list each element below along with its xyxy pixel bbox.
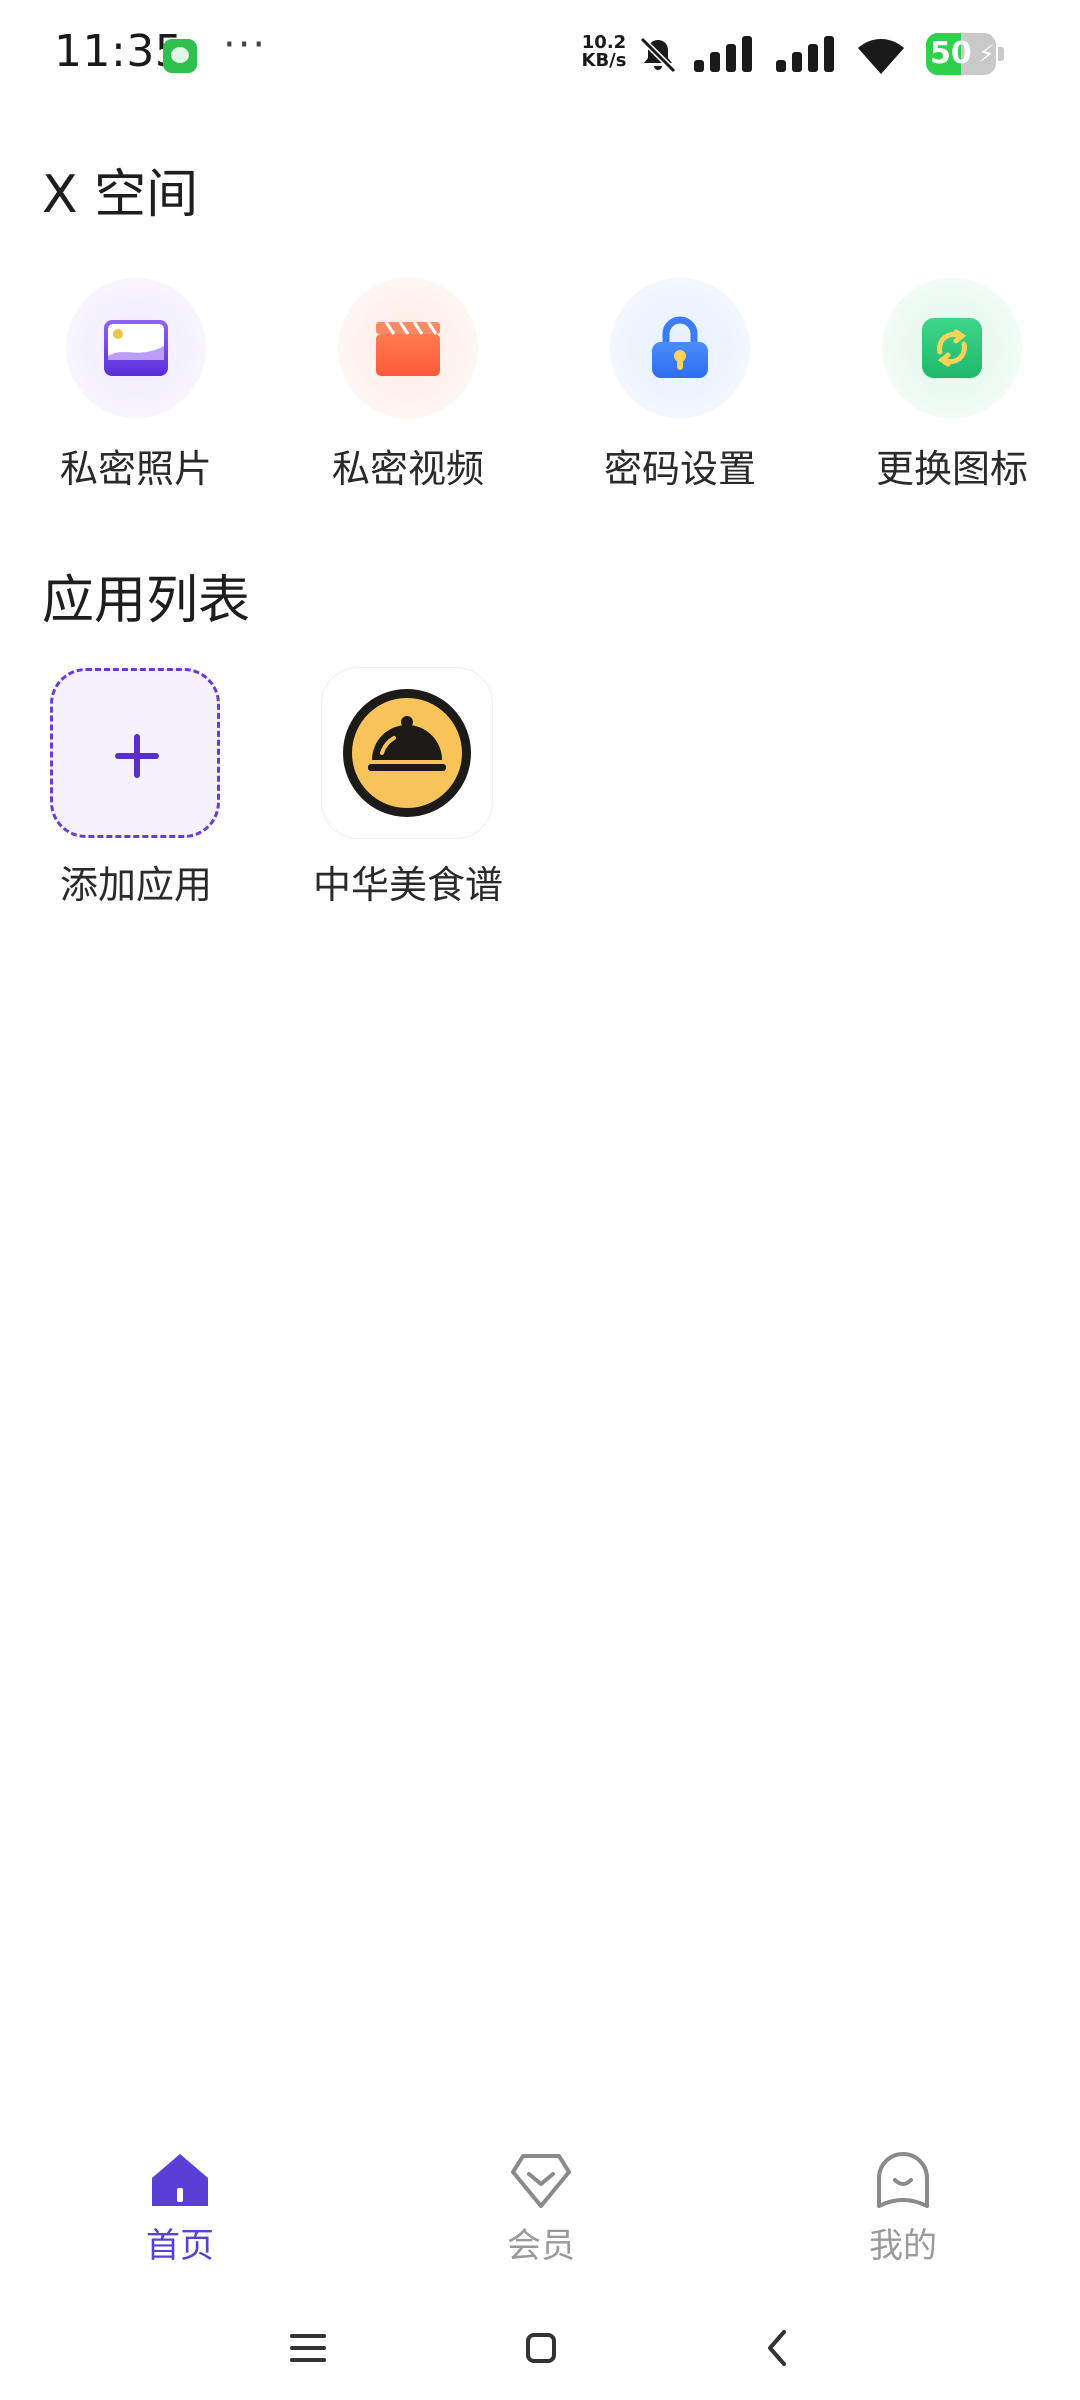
feature-icon-bg [66,278,206,418]
network-speed: 10.2 KB/s [578,34,630,70]
feature-private-photos[interactable]: 私密照片 [0,278,272,498]
tab-profile[interactable]: 我的 [803,2140,1003,2280]
charging-bolt-icon: ⚡ [978,40,995,68]
add-app-tile[interactable] [50,668,220,838]
system-navigation-bar [0,2290,1080,2400]
app-icon-tile[interactable] [322,668,492,838]
tab-home-label: 首页 [146,2226,214,2266]
feature-label: 更换图标 [875,447,1028,491]
signal-icon [776,36,834,72]
bottom-navigation: 首页 会员 我的 [0,2140,1080,2280]
tab-home[interactable]: 首页 [80,2140,280,2280]
app-label: 添加应用 [59,863,212,907]
photo-icon [104,320,168,376]
video-icon [376,321,440,376]
section-title-app-list: 应用列表 [42,571,251,631]
page-title: X 空间 [42,165,199,225]
home-icon [152,2154,208,2206]
x-space-home-screen: 11:35 ··· 10.2 KB/s 50 ⚡ X 空间 私密照片 私密视频 … [0,0,1080,2400]
feature-icon-bg [610,278,750,418]
battery-charging-icon: 50 ⚡ [926,33,1006,75]
feature-private-videos[interactable]: 私密视频 [272,278,544,498]
profile-icon [877,2152,929,2208]
tab-membership-label: 会员 [507,2226,575,2266]
lock-icon [652,316,708,378]
back-icon[interactable] [748,2318,808,2378]
swap-icon [922,318,982,378]
feature-icon-bg [338,278,478,418]
feature-change-icon[interactable]: 更换图标 [816,278,1080,498]
signal-icon [694,36,752,72]
battery-level: 50 [930,36,972,71]
feature-label: 私密视频 [331,447,484,491]
wifi-icon [858,39,904,74]
feature-icon-bg [882,278,1022,418]
tab-membership[interactable]: 会员 [441,2140,641,2280]
network-speed-unit: KB/s [581,50,627,71]
message-icon [163,39,197,73]
add-app-button[interactable]: 添加应用 [0,668,272,908]
food-cloche-icon [343,689,471,817]
app-item-chinese-recipes[interactable]: 中华美食谱 [272,668,544,908]
recent-apps-icon[interactable] [278,2318,338,2378]
more-notifications-icon: ··· [223,22,268,68]
battery-cap [998,47,1004,61]
app-label: 中华美食谱 [312,863,503,907]
home-button-icon[interactable] [511,2318,571,2378]
feature-label: 密码设置 [603,447,756,491]
feature-label: 私密照片 [59,447,212,491]
tab-profile-label: 我的 [869,2226,937,2266]
bell-off-icon [639,36,677,74]
battery-body: 50 ⚡ [926,33,996,75]
status-bar: 11:35 ··· 10.2 KB/s 50 ⚡ [0,0,1080,110]
feature-password-settings[interactable]: 密码设置 [544,278,816,498]
diamond-icon [511,2154,571,2208]
